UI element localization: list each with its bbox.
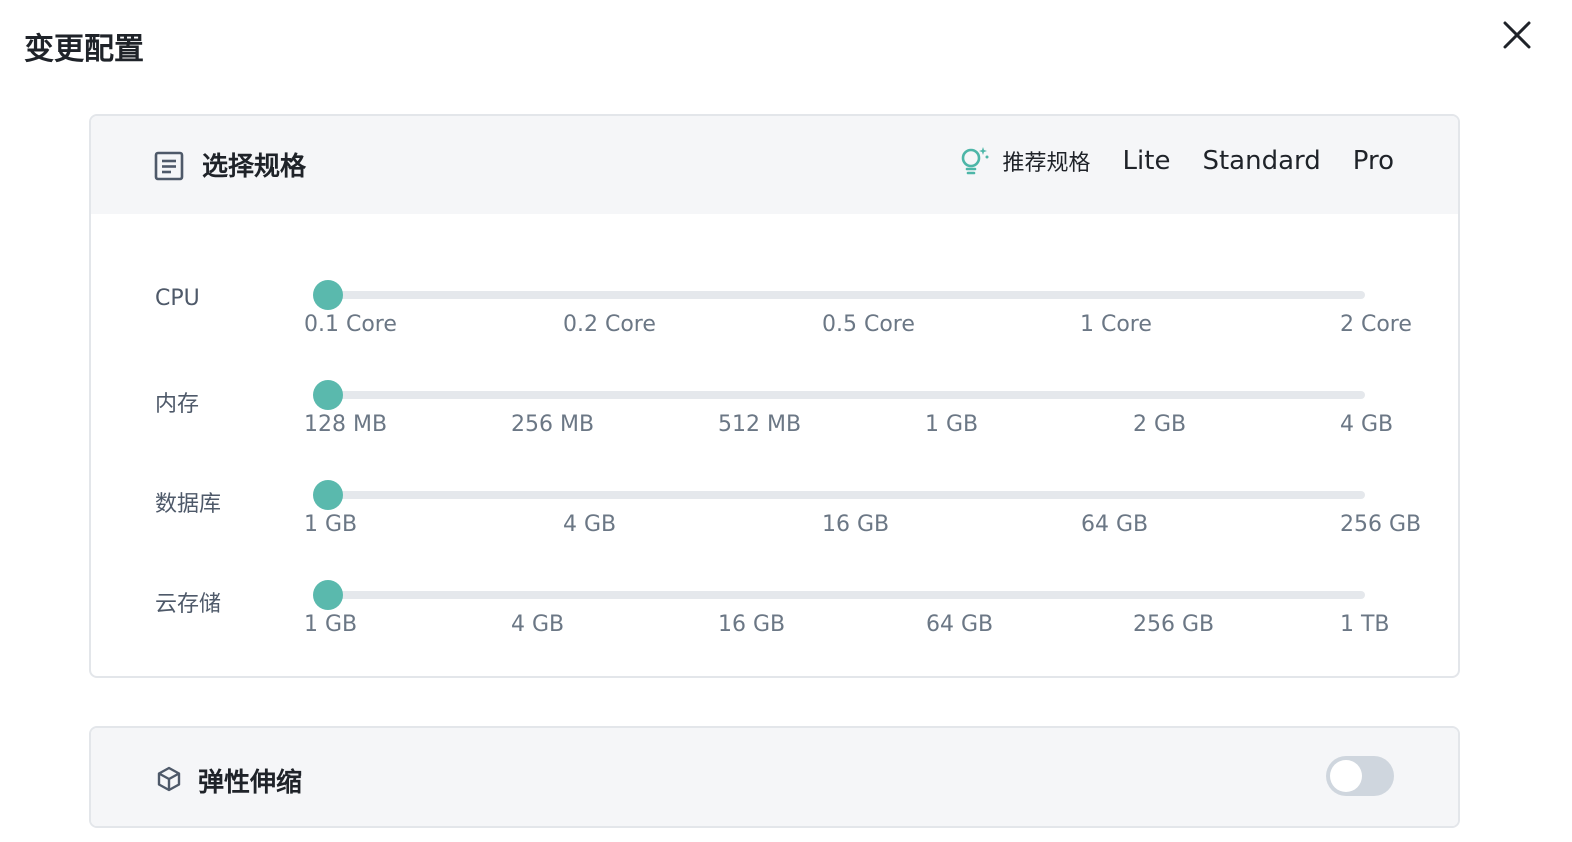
preset-standard-button[interactable]: Standard — [1202, 146, 1320, 176]
recommend-hint: 推荐规格 — [957, 144, 1091, 178]
database-mark[interactable]: 16 GB — [822, 512, 889, 537]
memory-mark[interactable]: 4 GB — [1340, 412, 1393, 437]
lightbulb-icon — [961, 147, 989, 175]
close-button[interactable] — [1494, 14, 1538, 58]
cloud-storage-slider-marks: 1 GB 4 GB 16 GB 64 GB 256 GB 1 TB — [304, 612, 1458, 642]
cpu-mark[interactable]: 1 Core — [1080, 312, 1152, 337]
memory-mark[interactable]: 128 MB — [304, 412, 387, 437]
cloud-storage-mark[interactable]: 1 TB — [1340, 612, 1390, 637]
cpu-mark[interactable]: 2 Core — [1340, 312, 1412, 337]
spec-card: 选择规格 推荐规格 Lite Standard Pro CPU 0.1 Core — [89, 114, 1460, 678]
preset-lite-button[interactable]: Lite — [1123, 146, 1171, 176]
cpu-mark[interactable]: 0.2 Core — [563, 312, 656, 337]
database-label: 数据库 — [155, 492, 222, 517]
autoscale-card-header: 弹性伸缩 — [91, 728, 1458, 826]
cloud-storage-label: 云存储 — [155, 592, 222, 617]
cloud-storage-slider-thumb[interactable] — [313, 580, 343, 610]
memory-slider-marks: 128 MB 256 MB 512 MB 1 GB 2 GB 4 GB — [304, 412, 1458, 442]
spec-card-header: 选择规格 推荐规格 Lite Standard Pro — [91, 116, 1458, 214]
memory-slider-track[interactable] — [327, 391, 1365, 399]
database-slider-track[interactable] — [327, 491, 1365, 499]
cloud-storage-mark[interactable]: 4 GB — [511, 612, 564, 637]
cpu-slider-thumb[interactable] — [313, 280, 343, 310]
memory-label: 内存 — [155, 392, 200, 417]
spec-card-title: 选择规格 — [202, 152, 307, 182]
toggle-knob — [1330, 760, 1362, 792]
memory-slider-thumb[interactable] — [313, 380, 343, 410]
memory-mark[interactable]: 2 GB — [1133, 412, 1186, 437]
recommend-label: 推荐规格 — [1002, 151, 1091, 176]
database-mark[interactable]: 4 GB — [563, 512, 616, 537]
cpu-slider-track[interactable] — [327, 291, 1365, 299]
database-mark[interactable]: 256 GB — [1340, 512, 1421, 537]
cpu-slider-row: CPU 0.1 Core 0.2 Core 0.5 Core 1 Core 2 … — [91, 280, 1458, 366]
autoscale-title: 弹性伸缩 — [198, 768, 303, 798]
cpu-slider-marks: 0.1 Core 0.2 Core 0.5 Core 1 Core 2 Core — [304, 312, 1458, 342]
cloud-storage-mark[interactable]: 64 GB — [926, 612, 993, 637]
close-icon — [1503, 21, 1531, 49]
cpu-label: CPU — [155, 286, 200, 311]
database-mark[interactable]: 64 GB — [1081, 512, 1148, 537]
memory-mark[interactable]: 1 GB — [925, 412, 978, 437]
document-list-icon — [154, 151, 184, 181]
autoscale-toggle[interactable] — [1326, 756, 1394, 796]
cloud-storage-mark[interactable]: 16 GB — [718, 612, 785, 637]
memory-mark[interactable]: 512 MB — [718, 412, 801, 437]
cloud-storage-slider-track[interactable] — [327, 591, 1365, 599]
cpu-mark[interactable]: 0.1 Core — [304, 312, 397, 337]
cloud-storage-mark[interactable]: 256 GB — [1133, 612, 1214, 637]
database-slider-thumb[interactable] — [313, 480, 343, 510]
database-slider-row: 数据库 1 GB 4 GB 16 GB 64 GB 256 GB — [91, 480, 1458, 566]
memory-slider-row: 内存 128 MB 256 MB 512 MB 1 GB 2 GB 4 GB — [91, 380, 1458, 466]
preset-pro-button[interactable]: Pro — [1353, 146, 1394, 176]
cloud-storage-slider-row: 云存储 1 GB 4 GB 16 GB 64 GB 256 GB 1 TB — [91, 580, 1458, 666]
memory-mark[interactable]: 256 MB — [511, 412, 594, 437]
preset-group: 推荐规格 Lite Standard Pro — [957, 144, 1394, 178]
modal-title: 变更配置 — [24, 32, 144, 67]
cube-icon — [157, 766, 181, 792]
database-mark[interactable]: 1 GB — [304, 512, 357, 537]
cpu-mark[interactable]: 0.5 Core — [822, 312, 915, 337]
database-slider-marks: 1 GB 4 GB 16 GB 64 GB 256 GB — [304, 512, 1458, 542]
autoscale-card: 弹性伸缩 — [89, 726, 1460, 828]
cloud-storage-mark[interactable]: 1 GB — [304, 612, 357, 637]
